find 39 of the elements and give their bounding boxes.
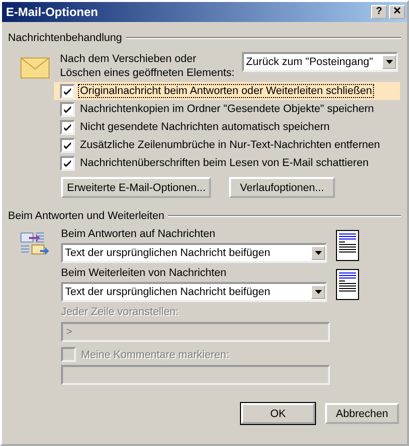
checkbox[interactable] bbox=[60, 120, 75, 134]
option-row[interactable]: Nachrichtenüberschriften beim Lesen von E-Mail schattieren bbox=[54, 154, 400, 172]
option-label: Nicht gesendete Nachrichten automatisch speichern bbox=[79, 121, 331, 133]
dropdown-label: Beim Antworten auf Nachrichten bbox=[61, 228, 216, 241]
group-heading: Nachrichtenbehandlung bbox=[8, 32, 122, 44]
window-title: E-Mail-Optionen bbox=[6, 5, 99, 19]
dropdown-arrow-icon bbox=[386, 60, 392, 64]
checkbox[interactable] bbox=[60, 84, 75, 98]
quote-dropdown[interactable]: Text der ursprünglichen Nachricht beifügen bbox=[61, 243, 327, 263]
message-preview-icon bbox=[336, 230, 359, 261]
close-button[interactable]: ✕ bbox=[389, 5, 405, 19]
message-preview-icon bbox=[336, 269, 359, 300]
option-row[interactable]: Nicht gesendete Nachrichten automatisch speichern bbox=[54, 118, 400, 136]
dropdown-label: Beim Weiterleiten von Nachrichten bbox=[61, 267, 228, 280]
dropdown-arrow-icon bbox=[314, 290, 322, 294]
option-row[interactable]: Zusätzliche Zeilenumbrüche in Nur-Text-Nachrichten entfernen bbox=[54, 136, 400, 154]
checkbox[interactable] bbox=[60, 138, 75, 152]
option-label: Originalnachricht beim Antworten oder Weiterleiten schließen bbox=[79, 85, 374, 97]
option-label: Nachrichtenüberschriften beim Lesen von E-Mail schattieren bbox=[79, 157, 370, 169]
option-label: Zusätzliche Zeilenumbrüche in Nur-Text-Nachrichten entfernen bbox=[79, 139, 382, 151]
mark-comments-label: Meine Kommentare markieren: bbox=[81, 348, 230, 360]
move-label: Nach dem Verschieben oder Löschen eines geöffneten Elements: bbox=[60, 52, 236, 80]
prefix-label: Jeder Zeile voranstellen: bbox=[61, 306, 180, 319]
move-dropdown[interactable]: Zurück zum "Posteingang" bbox=[242, 52, 398, 72]
option-row[interactable]: Originalnachricht beim Antworten oder Weiterleiten schließen bbox=[54, 82, 400, 100]
checkbox[interactable] bbox=[60, 102, 75, 116]
advanced-options-button[interactable]: Erweiterte E-Mail-Optionen... bbox=[61, 177, 211, 198]
reply-forward-icon bbox=[20, 231, 50, 257]
tracking-options-button[interactable]: Verlaufoptionen... bbox=[229, 177, 335, 198]
option-label: Nachrichtenkopien im Ordner "Gesendete Objekte" speichern bbox=[79, 103, 375, 115]
group-heading: Beim Antworten und Weiterleiten bbox=[8, 210, 164, 222]
envelope-icon bbox=[20, 57, 50, 79]
checkbox[interactable] bbox=[60, 156, 75, 170]
dropdown-arrow-icon bbox=[314, 251, 322, 255]
option-row[interactable]: Nachrichtenkopien im Ordner "Gesendete Objekte" speichern bbox=[54, 100, 400, 118]
ok-button[interactable]: OK bbox=[241, 403, 315, 424]
help-button[interactable]: ? bbox=[371, 5, 387, 19]
quote-dropdown[interactable]: Text der ursprünglichen Nachricht beifügen bbox=[61, 282, 327, 302]
cancel-button[interactable]: Abbrechen bbox=[325, 403, 399, 424]
